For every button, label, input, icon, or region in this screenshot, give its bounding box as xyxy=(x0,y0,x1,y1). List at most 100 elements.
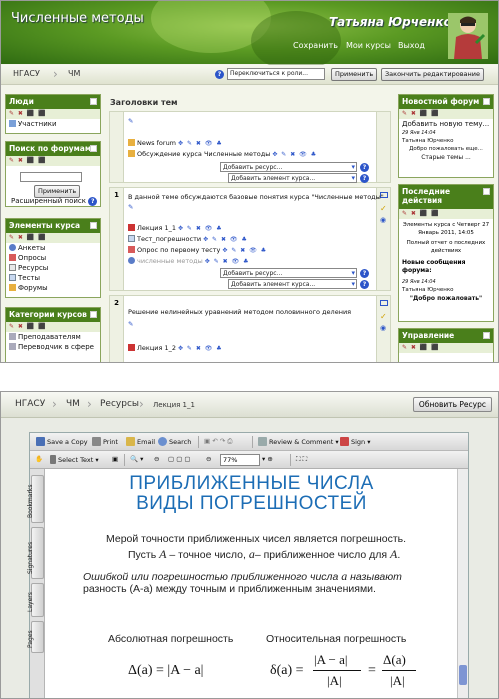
forum-search-input[interactable] xyxy=(20,172,82,182)
help-icon[interactable]: ? xyxy=(360,280,369,289)
block-edit-icons[interactable]: ✎ ✖ ⬛ ⬛ xyxy=(6,109,100,119)
add-activity-select[interactable]: Добавить элемент курса... xyxy=(228,173,357,183)
pdf-toolbar-view: ✋ Select Text ▾ ▣ 🔍 ▾ ⊖ ▢ ▢ ▢ ⊖ 77% ▾ ⊕ … xyxy=(30,451,468,469)
switch-role-select[interactable]: Переключиться к роли... xyxy=(227,68,325,80)
edit-summary-icon[interactable]: ✎ xyxy=(128,117,133,125)
add-activity-select[interactable]: Добавить элемент курса... xyxy=(228,279,357,289)
review-comment-button[interactable]: Review & Comment ▾ xyxy=(258,437,339,446)
post-link[interactable]: Добро пожаловать еще... xyxy=(399,145,493,153)
forum-icon xyxy=(9,284,16,291)
edit-icons[interactable]: ✥ ✎ ✖ 👁 ♣ xyxy=(205,258,250,265)
minimize-icon[interactable] xyxy=(483,332,490,339)
zoom-out-icon[interactable]: ⊖ xyxy=(154,455,159,463)
edit-icons[interactable]: ✥ ✎ ✖ 👁 ♣ xyxy=(178,345,223,352)
save-link[interactable]: Сохранить xyxy=(293,41,338,50)
page-view-icons[interactable]: ▢ ▢ ▢ xyxy=(168,455,191,463)
print-button[interactable]: Print xyxy=(92,437,118,446)
checkmark-icon[interactable]: ✓ xyxy=(380,312,387,321)
help-icon[interactable]: ? xyxy=(360,174,369,183)
list-item[interactable]: Преподавателям xyxy=(6,332,100,342)
list-item[interactable]: Опросы xyxy=(6,253,100,263)
edit-icons[interactable]: ✥ ✎ ✖ 👁 ♣ xyxy=(178,225,223,232)
minimize-icon[interactable] xyxy=(483,188,490,195)
post-link[interactable]: "Добро пожаловать" xyxy=(399,294,493,303)
activity-lecture-1-1[interactable]: Лекция 1_1 ✥ ✎ ✖ 👁 ♣ xyxy=(128,224,223,232)
tab-bookmarks[interactable]: Bookmarks xyxy=(27,475,44,523)
tab-signatures[interactable]: Signatures xyxy=(27,527,44,579)
snapshot-icon[interactable]: ▣ xyxy=(112,455,118,463)
minimize-icon[interactable] xyxy=(90,222,97,229)
edit-icons[interactable]: ✥ ✎ ✖ 👁 ♣ xyxy=(272,151,317,158)
minimize-icon[interactable] xyxy=(90,145,97,152)
sign-button[interactable]: Sign ▾ xyxy=(340,437,371,446)
block-edit-icons[interactable]: ✎ ✖ ⬛ ⬛ xyxy=(6,322,100,332)
help-icon[interactable]: ? xyxy=(360,163,369,172)
minimize-icon[interactable] xyxy=(90,311,97,318)
scrollbar-thumb[interactable] xyxy=(459,665,467,685)
apply-button[interactable]: Применить xyxy=(331,68,378,81)
breadcrumb-chm[interactable]: ЧМ xyxy=(68,69,80,78)
edit-summary-icon[interactable]: ✎ xyxy=(128,203,133,211)
pdf-resource-screenshot: НГАСУ › ЧМ › Ресурсы › Лекция 1_1 Обнови… xyxy=(0,391,499,699)
checkmark-icon[interactable]: ✓ xyxy=(380,204,387,213)
advanced-search-link[interactable]: Расширенный поиск ? xyxy=(8,196,100,207)
refresh-resource-button[interactable]: Обновить Ресурс xyxy=(412,397,492,412)
zoom-tool-icon[interactable]: 🔍 ▾ xyxy=(130,455,143,463)
block-edit-icons[interactable]: ✎ ✖ ⬛ ⬛ xyxy=(399,109,493,119)
edit-icons[interactable]: ✥ ✎ ✖ 👁 ♣ xyxy=(203,236,248,243)
add-resource-select[interactable]: Добавить ресурс... xyxy=(220,268,357,278)
activity-news-forum[interactable]: News forum ✥ ✎ ✖ 👁 ♣ xyxy=(128,139,223,147)
block-edit-icons[interactable]: ✎ ✖ ⬛ ⬛ xyxy=(399,209,493,219)
breadcrumb-chm[interactable]: ЧМ xyxy=(66,399,80,409)
block-edit-icons[interactable]: ✎ ✖ ⬛ ⬛ xyxy=(399,343,493,353)
help-icon[interactable]: ? xyxy=(88,197,98,206)
participants-link[interactable]: Участники xyxy=(6,119,100,129)
my-courses-link[interactable]: Мои курсы xyxy=(346,41,391,50)
help-icon[interactable]: ? xyxy=(215,70,224,79)
minimize-icon[interactable] xyxy=(90,98,97,105)
finish-editing-button[interactable]: Закончить редактирование xyxy=(381,68,484,81)
zoom-dropdown-icon[interactable]: ▾ ⊕ xyxy=(262,455,273,463)
show-hide-icon[interactable]: ◉ xyxy=(380,324,386,332)
list-item[interactable]: Переводчик в сфере xyxy=(6,342,100,352)
block-edit-icons[interactable]: ✎ ✖ ⬛ ⬛ xyxy=(6,156,100,166)
breadcrumb-ngasu[interactable]: НГАСУ xyxy=(13,69,40,78)
site-title[interactable]: Численные методы xyxy=(11,11,144,26)
add-topic-link[interactable]: Добавить новую тему... xyxy=(399,119,493,129)
list-item[interactable]: Анкеты xyxy=(6,243,100,253)
show-hide-icon[interactable]: ◉ xyxy=(380,216,386,224)
zoom-out-button[interactable]: ⊖ xyxy=(206,455,211,463)
activity-discussion-forum[interactable]: Обсуждение курса Численные методы ✥ ✎ ✖ 👁… xyxy=(128,150,317,158)
block-edit-icons[interactable]: ✎ ✖ ⬛ ⬛ xyxy=(6,233,100,243)
list-item[interactable]: Форумы xyxy=(6,283,100,293)
highlight-icon[interactable] xyxy=(380,300,388,306)
minimize-icon[interactable] xyxy=(483,98,490,105)
breadcrumb-resources[interactable]: Ресурсы xyxy=(100,399,139,409)
help-icon[interactable]: ? xyxy=(360,269,369,278)
fit-page-icon[interactable]: ⛶ ⛶ xyxy=(296,455,307,464)
zoom-level-input[interactable]: 77% xyxy=(220,454,260,466)
edit-summary-icon[interactable]: ✎ xyxy=(128,320,133,328)
vertical-scrollbar[interactable] xyxy=(457,469,468,698)
add-resource-select[interactable]: Добавить ресурс... xyxy=(220,162,357,172)
select-text-button[interactable]: Select Text ▾ xyxy=(50,455,99,464)
list-item[interactable]: Тесты xyxy=(6,273,100,283)
save-copy-button[interactable]: Save a Copy xyxy=(36,437,88,446)
activity-test-errors[interactable]: Тест_погрешности ✥ ✎ ✖ 👁 ♣ xyxy=(128,235,248,243)
activity-survey-hidden[interactable]: численные методы ✥ ✎ ✖ 👁 ♣ xyxy=(128,257,250,265)
old-topics-link[interactable]: Старые темы ... xyxy=(399,153,493,162)
email-button[interactable]: Email xyxy=(126,437,155,446)
edit-icons[interactable]: ✥ ✎ ✖ 👁 ♣ xyxy=(222,247,267,254)
tab-layers[interactable]: Layers xyxy=(27,583,44,617)
activity-lecture-1-2[interactable]: Лекция 1_2 ✥ ✎ ✖ 👁 ♣ xyxy=(128,344,223,352)
activity-first-test-poll[interactable]: Опрос по первому тесту ✥ ✎ ✖ 👁 ♣ xyxy=(128,246,267,254)
edit-icons[interactable]: ✥ ✎ ✖ 👁 ♣ xyxy=(178,140,223,147)
nav-icons[interactable]: ▣ ↶ ↷ ⎙ xyxy=(204,437,232,446)
list-item[interactable]: Ресурсы xyxy=(6,263,100,273)
breadcrumb-ngasu[interactable]: НГАСУ xyxy=(15,399,45,409)
full-report-link[interactable]: Полный отчет о последних действиях xyxy=(399,239,493,255)
logout-link[interactable]: Выход xyxy=(398,41,425,50)
hand-tool-icon[interactable]: ✋ xyxy=(35,455,43,463)
search-button[interactable]: Search xyxy=(158,437,191,446)
tab-pages[interactable]: Pages xyxy=(27,621,44,653)
